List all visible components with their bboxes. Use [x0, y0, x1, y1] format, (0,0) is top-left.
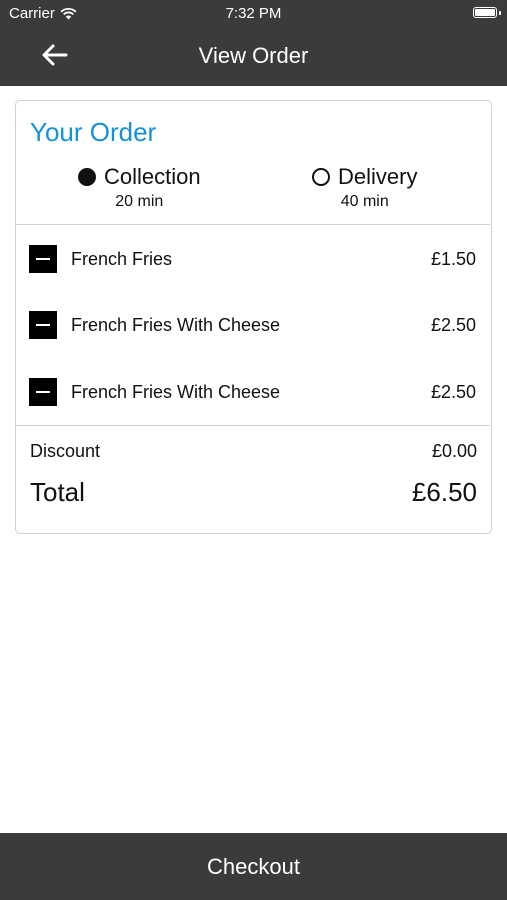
minus-icon [36, 390, 50, 394]
top-navigation-bar: Carrier 7:32 PM View Order [0, 0, 507, 86]
remove-item-button[interactable] [29, 378, 57, 406]
checkout-button[interactable]: Checkout [0, 833, 507, 900]
order-item-row: French Fries With Cheese £2.50 [16, 374, 490, 410]
order-item-row: French Fries £1.50 [16, 241, 490, 277]
discount-label: Discount [30, 441, 101, 461]
item-price: £2.50 [430, 315, 476, 335]
collection-option[interactable]: Collection 20 min [78, 164, 201, 211]
minus-icon [36, 323, 50, 327]
collection-time: 20 min [115, 193, 164, 210]
order-heading: Your Order [30, 117, 157, 147]
minus-icon [36, 257, 50, 261]
delivery-option[interactable]: Delivery 40 min [312, 164, 417, 211]
divider [16, 224, 490, 225]
delivery-time: 40 min [340, 193, 389, 210]
delivery-label: Delivery [338, 164, 418, 189]
item-name: French Fries [71, 249, 173, 269]
item-price: £1.50 [430, 249, 476, 269]
battery-nub [499, 11, 501, 15]
collection-label: Collection [104, 164, 201, 189]
page-title: View Order [198, 43, 309, 68]
total-label: Total [30, 477, 85, 507]
remove-item-button[interactable] [29, 311, 57, 339]
remove-item-button[interactable] [29, 245, 57, 273]
total-value: £6.50 [411, 477, 477, 507]
divider [16, 425, 490, 426]
status-time: 7:32 PM [225, 5, 282, 22]
item-name: French Fries With Cheese [71, 382, 281, 402]
collection-radio-icon[interactable] [78, 168, 96, 186]
delivery-radio-icon[interactable] [312, 168, 330, 186]
discount-value: £0.00 [431, 441, 477, 461]
item-name: French Fries With Cheese [71, 315, 281, 335]
order-item-row: French Fries With Cheese £2.50 [16, 307, 490, 343]
item-price: £2.50 [430, 382, 476, 402]
battery-icon [473, 7, 497, 18]
order-card: Your Order Collection 20 min Delivery 40… [15, 100, 492, 534]
